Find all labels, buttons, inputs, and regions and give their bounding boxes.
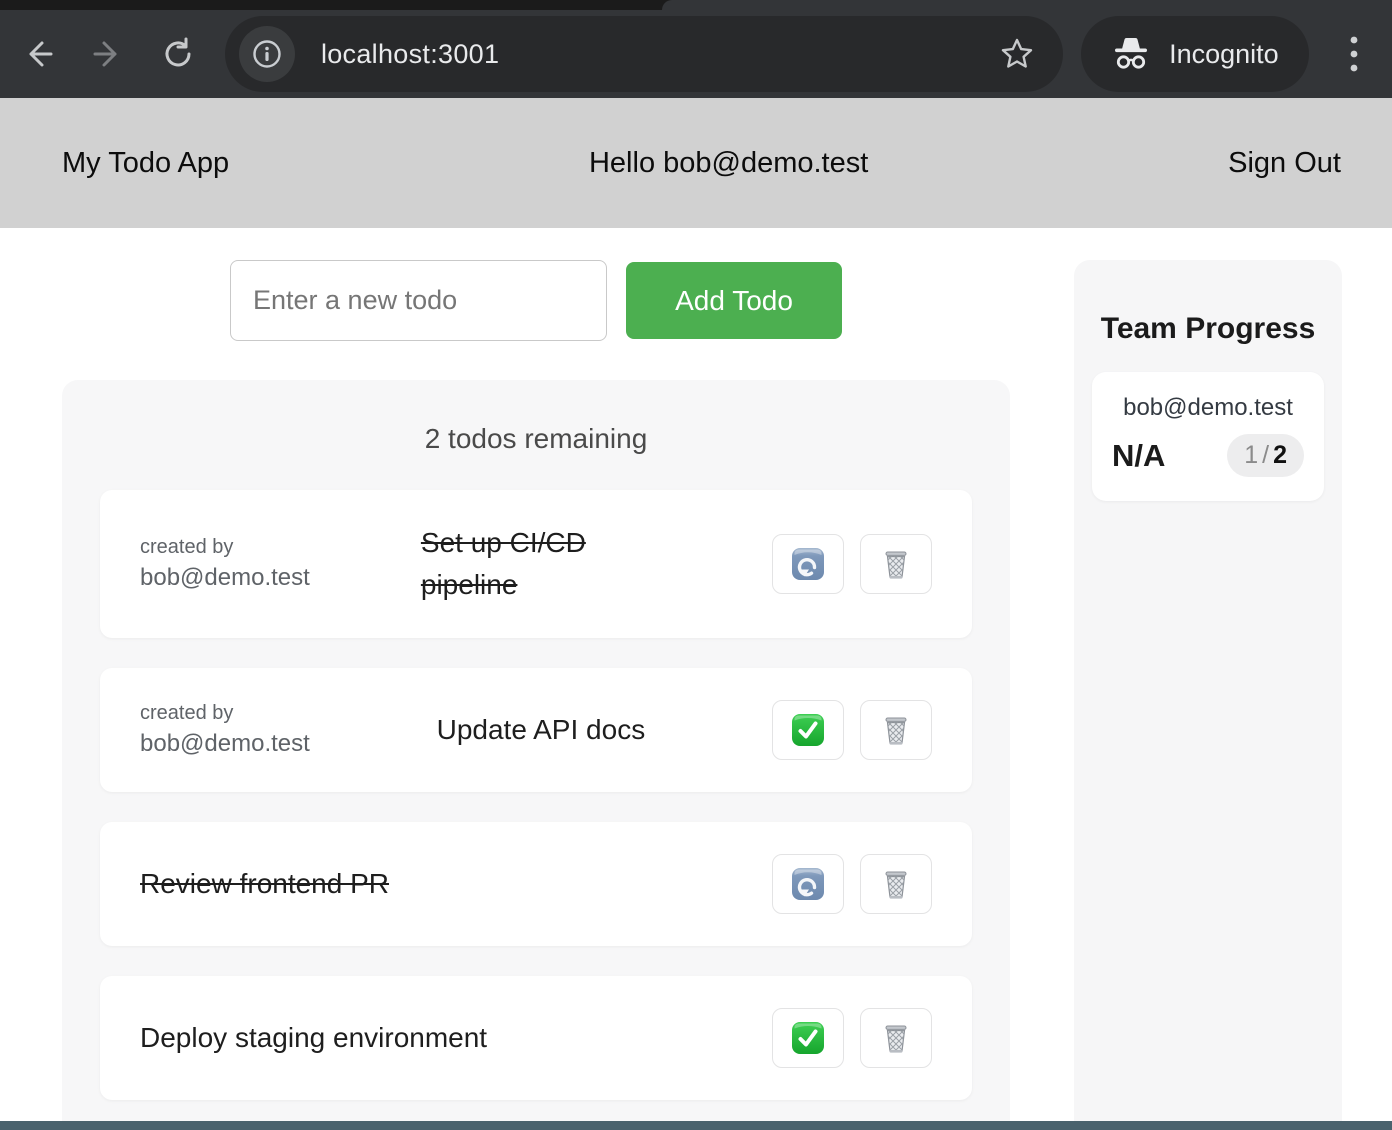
member-stats-row: N/A 1/2 [1112, 434, 1304, 477]
toggle-todo-button[interactable] [772, 854, 844, 914]
todo-actions [772, 700, 932, 760]
member-count-pill: 1/2 [1227, 434, 1304, 477]
trash-icon [878, 1020, 914, 1056]
active-tab[interactable] [662, 0, 1392, 10]
info-icon [251, 38, 283, 70]
todo-title: Set up CI/CD pipeline [421, 522, 661, 606]
reload-icon [161, 37, 195, 71]
toggle-todo-button[interactable] [772, 700, 844, 760]
undo-icon [790, 866, 826, 902]
incognito-icon [1111, 35, 1151, 73]
todo-actions [772, 1008, 932, 1068]
todo-meta: created by bob@demo.test [140, 534, 310, 594]
app-header: My Todo App Hello bob@demo.test Sign Out [0, 98, 1392, 228]
check-icon [790, 712, 826, 748]
member-card: bob@demo.test N/A 1/2 [1092, 372, 1324, 501]
main-content: Add Todo 2 todos remaining created by bo… [0, 228, 1392, 1130]
team-progress-panel: Team Progress bob@demo.test N/A 1/2 [1074, 260, 1342, 1130]
todo-title: Update API docs [437, 709, 646, 751]
browser-toolbar: localhost:3001 Incognito [0, 10, 1392, 98]
todo-actions [772, 854, 932, 914]
new-todo-form: Add Todo [230, 260, 842, 341]
tab-strip [0, 0, 1392, 10]
toggle-todo-button[interactable] [772, 534, 844, 594]
done-count: 1 [1244, 441, 1258, 469]
omnibox[interactable]: localhost:3001 [225, 16, 1063, 92]
todo-title: Review frontend PR [140, 863, 389, 905]
toggle-todo-button[interactable] [772, 1008, 844, 1068]
undo-icon [790, 546, 826, 582]
member-email: bob@demo.test [1112, 394, 1304, 422]
back-button[interactable] [14, 30, 61, 78]
trash-icon [878, 866, 914, 902]
todo-card: Deploy staging environment [100, 976, 972, 1100]
todo-card: created by bob@demo.test Set up CI/CD pi… [100, 490, 972, 638]
add-todo-button[interactable]: Add Todo [626, 262, 842, 339]
created-by-label: created by [140, 534, 310, 561]
sign-out-link[interactable]: Sign Out [1228, 147, 1341, 180]
todo-card: Review frontend PR [100, 822, 972, 946]
incognito-label: Incognito [1169, 39, 1279, 70]
browser-menu-button[interactable] [1331, 30, 1378, 78]
site-info-button[interactable] [239, 26, 295, 82]
forward-icon [91, 37, 125, 71]
forward-button[interactable] [84, 30, 131, 78]
remaining-count: 2 todos remaining [62, 380, 1010, 460]
todo-card: created by bob@demo.test Update API docs [100, 668, 972, 792]
check-icon [790, 1020, 826, 1056]
todo-title: Deploy staging environment [140, 1017, 487, 1059]
todo-meta: created by bob@demo.test [140, 700, 310, 760]
url-text[interactable]: localhost:3001 [321, 39, 499, 70]
incognito-badge: Incognito [1081, 16, 1309, 92]
total-count: 2 [1273, 441, 1287, 469]
reload-button[interactable] [155, 30, 202, 78]
delete-todo-button[interactable] [860, 534, 932, 594]
delete-todo-button[interactable] [860, 700, 932, 760]
new-todo-input[interactable] [230, 260, 607, 341]
bookmark-button[interactable] [999, 36, 1035, 72]
delete-todo-button[interactable] [860, 1008, 932, 1068]
trash-icon [878, 712, 914, 748]
bookmark-star-icon [999, 36, 1035, 72]
todo-actions [772, 534, 932, 594]
greeting-text: Hello bob@demo.test [589, 147, 868, 180]
trash-icon [878, 546, 914, 582]
team-progress-title: Team Progress [1074, 310, 1342, 348]
created-by-label: created by [140, 700, 310, 727]
created-by-email: bob@demo.test [140, 561, 310, 594]
kebab-menu-icon [1349, 34, 1359, 74]
member-percent: N/A [1112, 438, 1165, 474]
bottom-bar [0, 1121, 1392, 1130]
delete-todo-button[interactable] [860, 854, 932, 914]
created-by-email: bob@demo.test [140, 727, 310, 760]
back-icon [21, 37, 55, 71]
app-title: My Todo App [62, 147, 229, 180]
count-separator: / [1262, 441, 1269, 469]
todo-panel: 2 todos remaining created by bob@demo.te… [62, 380, 1010, 1130]
